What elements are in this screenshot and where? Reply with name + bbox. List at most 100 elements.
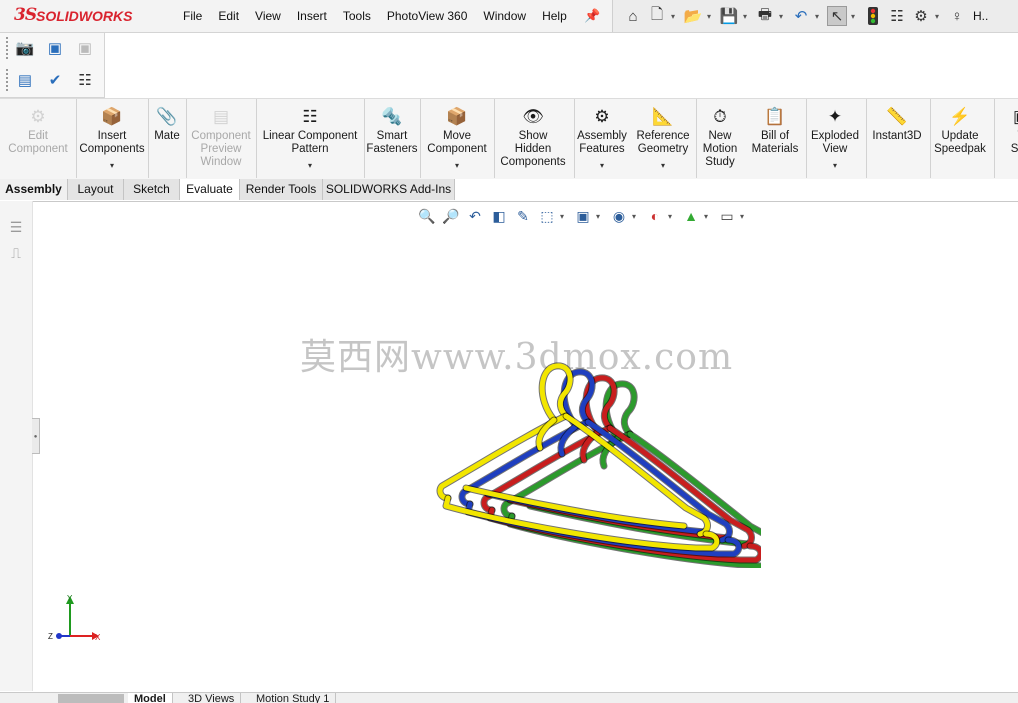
ribbon-reference-geometry-button[interactable]: 📐 Reference Geometry ▾ [630, 101, 696, 179]
ribbon-bill-of-materials-button[interactable]: 📋 Bill of Materials [744, 101, 806, 179]
linear-pattern-icon: ☷ [302, 106, 318, 126]
options-gear-icon[interactable]: ⚙ [911, 6, 931, 26]
user-label[interactable]: H.. [973, 9, 988, 23]
menu-photoview-360[interactable]: PhotoView 360 [379, 9, 476, 23]
ribbon-linear-component-pattern-button[interactable]: ☷ Linear Component Pattern ▾ [256, 101, 364, 179]
command-manager-ribbon: ⚙ Edit Component 📦 Insert Components ▾ 📎 Mate ▤ Co… [0, 98, 1018, 181]
menu-file[interactable]: File [175, 9, 210, 23]
tab-layout[interactable]: Layout [68, 179, 124, 200]
clothes-hanger-assembly-model[interactable] [436, 358, 761, 568]
tab-solidworks-add-ins[interactable]: SOLIDWORKS Add-Ins [323, 179, 455, 200]
zoom-to-area-icon[interactable]: 🔎 [440, 206, 462, 226]
ribbon-instant3d-button[interactable]: 📏 Instant3D [866, 101, 928, 179]
chevron-down-icon[interactable]: ▾ [661, 159, 665, 172]
tab-evaluate[interactable]: Evaluate [180, 179, 240, 200]
open-dropdown-arrow[interactable]: ▾ [707, 12, 715, 21]
tab-sketch[interactable]: Sketch [124, 179, 180, 200]
ribbon-label-line: Component [191, 130, 251, 142]
ribbon-move-component-button[interactable]: 📦 Move Component ▾ [420, 101, 494, 179]
view-orientation-icon[interactable]: ⬚ [536, 206, 558, 226]
property-manager-icon[interactable]: ⎍ [6, 245, 26, 263]
ribbon-separator [364, 99, 365, 178]
ribbon-update-speedpak-button[interactable]: ⚡ Update Speedpak [930, 101, 990, 179]
tab-render-tools[interactable]: Render Tools [240, 179, 323, 200]
select-dropdown-arrow[interactable]: ▾ [851, 12, 859, 21]
zoom-to-fit-icon[interactable]: 🔍 [416, 206, 438, 226]
ribbon-label-line: Smart [376, 130, 408, 142]
ribbon-new-motion-study-button[interactable]: ⏱ New Motion Study [696, 101, 744, 179]
view-orientation-dropdown[interactable]: ▾ [560, 212, 570, 221]
components-grid-icon[interactable]: ☷ [74, 69, 96, 91]
dynamic-annotation-icon[interactable]: ✎ [512, 206, 534, 226]
hanger-2[interactable] [480, 374, 761, 564]
ribbon-separator [806, 99, 807, 178]
chevron-down-icon[interactable]: ▾ [110, 159, 114, 172]
open-folder-icon[interactable]: 📂 [683, 6, 703, 26]
menu-view[interactable]: View [247, 9, 289, 23]
toolbar-grip[interactable] [6, 69, 11, 91]
previous-view-icon[interactable]: ↶ [464, 206, 486, 226]
display-style-dropdown[interactable]: ▾ [596, 212, 606, 221]
undo-icon[interactable]: ↶ [791, 6, 811, 26]
new-dropdown-arrow[interactable]: ▾ [671, 12, 679, 21]
view-settings-dropdown[interactable]: ▾ [740, 212, 750, 221]
ribbon-label-line: Study [705, 156, 735, 168]
assembly-icon[interactable]: ▤ [14, 69, 36, 91]
mate-paperclip-icon: 📎 [156, 106, 178, 126]
record-camera-icon[interactable]: ▣ [44, 37, 66, 59]
ribbon-t-sna-button[interactable]: ▣TSna [1006, 101, 1018, 179]
print-icon[interactable]: 🖶 [755, 6, 775, 26]
edit-appearance-dropdown[interactable]: ▾ [668, 212, 678, 221]
camera-icon[interactable]: 📷 [14, 37, 36, 59]
apply-scene-dropdown[interactable]: ▾ [704, 212, 714, 221]
ribbon-exploded-view-button[interactable]: ✦ Exploded View ▾ [806, 101, 864, 179]
menu-insert[interactable]: Insert [289, 9, 335, 23]
view-settings-icon[interactable]: ▭ [716, 206, 738, 226]
edit-component-icon: ⚙ [30, 106, 46, 126]
chevron-down-icon[interactable]: ▾ [833, 159, 837, 172]
ribbon-label-line: Exploded [811, 130, 859, 142]
undo-dropdown-arrow[interactable]: ▾ [815, 12, 823, 21]
bill-of-materials-icon: 📋 [764, 106, 786, 126]
instant3d-icon: 📏 [886, 106, 908, 126]
ribbon-show-hidden-components-button[interactable]: 👁 Show Hidden Components [495, 101, 571, 179]
options-dropdown-arrow[interactable]: ▾ [935, 12, 943, 21]
hanger-0[interactable] [436, 362, 721, 552]
new-document-icon[interactable]: 🗋 [647, 6, 667, 26]
display-style-icon[interactable]: ▣ [572, 206, 594, 226]
file-properties-icon[interactable]: ☷ [887, 6, 907, 26]
ribbon-separator [76, 99, 77, 178]
ribbon-label-line: Reference [636, 130, 690, 142]
home-icon[interactable]: ⌂ [623, 6, 643, 26]
print-dropdown-arrow[interactable]: ▾ [779, 12, 787, 21]
user-help-icon[interactable]: ♀ [947, 6, 967, 26]
chevron-down-icon[interactable]: ▾ [308, 159, 312, 172]
hide-show-items-icon[interactable]: ◉ [608, 206, 630, 226]
feature-tree-icon[interactable]: ☰ [6, 219, 26, 237]
select-pointer-icon[interactable]: ↖ [827, 6, 847, 26]
solidworks-logo[interactable]: 3S SOLIDWORKS [14, 5, 154, 27]
menu-edit[interactable]: Edit [210, 9, 247, 23]
edit-appearance-icon[interactable]: ◐ [644, 206, 666, 226]
ribbon-mate-button[interactable]: 📎 Mate [148, 101, 186, 179]
save-icon[interactable]: 💾 [719, 6, 739, 26]
menu-window[interactable]: Window [475, 9, 534, 23]
hide-show-dropdown[interactable]: ▾ [632, 212, 642, 221]
ribbon-insert-components-button[interactable]: 📦 Insert Components ▾ [76, 101, 148, 179]
speedpak-icon: ⚡ [949, 106, 971, 126]
save-dropdown-arrow[interactable]: ▾ [743, 12, 751, 21]
chevron-down-icon[interactable]: ▾ [455, 159, 459, 172]
menu-help[interactable]: Help [534, 9, 575, 23]
ribbon-assembly-features-button[interactable]: ⚙ Assembly Features ▾ [574, 101, 630, 179]
traffic-light-icon[interactable] [863, 6, 883, 26]
check-interference-icon[interactable]: ✔ [44, 69, 66, 91]
tab-assembly[interactable]: Assembly [0, 179, 68, 200]
panel-collapse-handle[interactable]: ● [32, 418, 40, 454]
chevron-down-icon[interactable]: ▾ [600, 159, 604, 172]
menu-tools[interactable]: Tools [335, 9, 379, 23]
pin-menu-icon[interactable]: 📌 [584, 8, 600, 24]
apply-scene-icon[interactable]: ▲ [680, 206, 702, 226]
section-view-icon[interactable]: ◧ [488, 206, 510, 226]
toolbar-grip[interactable] [6, 37, 11, 59]
ribbon-smart-fasteners-button[interactable]: 🔩 Smart Fasteners [364, 101, 420, 179]
